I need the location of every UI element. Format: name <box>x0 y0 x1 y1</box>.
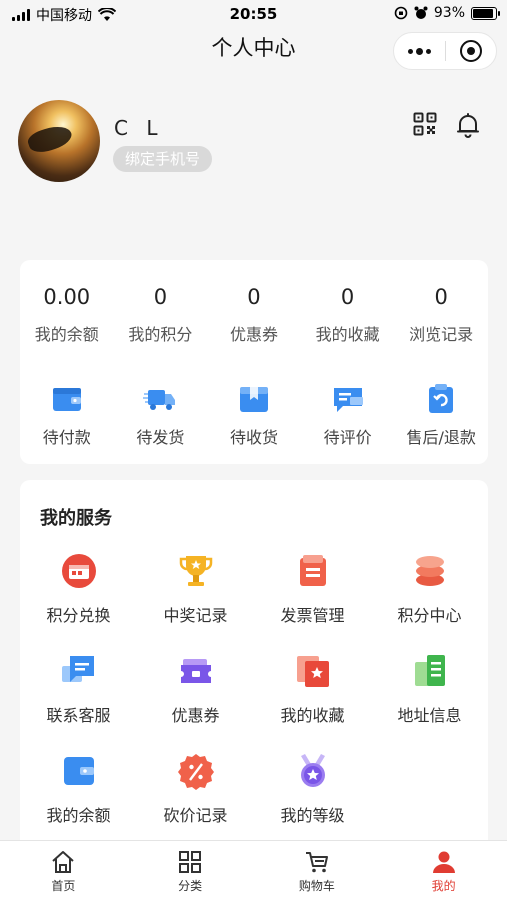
order-pending-payment[interactable]: 待付款 <box>20 382 114 448</box>
tab-category[interactable]: 分类 <box>127 841 254 900</box>
stat-balance[interactable]: 0.00 我的余额 <box>20 285 114 345</box>
service-bargain-records[interactable]: 砍价记录 <box>137 752 254 834</box>
service-label: 优惠券 <box>171 706 220 725</box>
order-label: 待收货 <box>229 428 278 447</box>
more-button[interactable] <box>394 33 445 69</box>
username: C L <box>114 116 164 140</box>
cart-icon <box>305 852 328 873</box>
profile-header: C L 绑定手机号 <box>18 100 489 184</box>
avatar[interactable] <box>18 100 100 182</box>
stat-favorites[interactable]: 0 我的收藏 <box>301 285 395 345</box>
stat-value: 0.00 <box>43 285 91 309</box>
target-icon <box>459 40 482 62</box>
stats-row: 0.00 我的余额 0 我的积分 0 优惠券 0 我的收藏 0 浏览记录 <box>20 285 488 345</box>
stat-history[interactable]: 0 浏览记录 <box>394 285 488 345</box>
stat-label: 浏览记录 <box>409 325 474 344</box>
stat-label: 我的收藏 <box>315 325 380 344</box>
service-prize-records[interactable]: 中奖记录 <box>137 552 254 634</box>
points-exchange-icon <box>61 554 96 588</box>
stat-value: 0 <box>153 285 168 309</box>
wallet-icon <box>52 388 81 411</box>
battery-icon <box>471 6 500 20</box>
truck-icon <box>143 390 176 410</box>
bottom-tab-bar: 首页 分类 购物车 我的 <box>0 840 507 900</box>
service-my-balance[interactable]: 我的余额 <box>20 752 137 834</box>
order-pending-review[interactable]: 待评价 <box>301 382 395 448</box>
stat-label: 我的积分 <box>128 325 193 344</box>
more-dots-icon <box>407 47 431 55</box>
order-label: 待评价 <box>323 428 372 447</box>
service-label: 积分兑换 <box>46 606 111 625</box>
stat-label: 优惠券 <box>229 325 278 344</box>
bargain-icon <box>177 754 214 790</box>
order-label: 待发货 <box>136 428 185 447</box>
order-label: 待付款 <box>42 428 91 447</box>
stat-coupons[interactable]: 0 优惠券 <box>207 285 301 345</box>
favorite-icon <box>296 656 329 687</box>
coin-stack-icon <box>415 556 444 586</box>
review-icon <box>333 388 363 412</box>
service-my-level[interactable]: 我的等级 <box>254 752 371 834</box>
tab-home[interactable]: 首页 <box>0 841 127 900</box>
service-coupons[interactable]: 优惠券 <box>137 652 254 734</box>
tab-label: 首页 <box>51 879 76 893</box>
balance-card-icon <box>63 757 94 785</box>
order-status-row: 待付款 待发货 待收货 待评价 售后/退款 <box>20 382 488 448</box>
tab-mine[interactable]: 我的 <box>380 841 507 900</box>
address-icon <box>414 655 445 686</box>
section-title: 我的服务 <box>40 508 112 529</box>
service-label: 联系客服 <box>46 706 111 725</box>
alarm-icon <box>414 6 428 19</box>
lock-rotation-icon <box>394 6 408 20</box>
stat-points[interactable]: 0 我的积分 <box>114 285 208 345</box>
service-points-exchange[interactable]: 积分兑换 <box>20 552 137 634</box>
chat-icon <box>61 656 94 682</box>
invoice-icon <box>299 555 326 586</box>
stat-value: 0 <box>434 285 448 309</box>
service-label: 中奖记录 <box>163 606 228 625</box>
bell-icon[interactable] <box>455 112 481 138</box>
refund-icon <box>429 384 454 413</box>
order-pending-receipt[interactable]: 待收货 <box>207 382 301 448</box>
service-label: 地址信息 <box>397 706 462 725</box>
battery-percent: 93% <box>433 5 465 21</box>
stat-value: 0 <box>247 285 261 309</box>
package-icon <box>239 387 268 412</box>
service-label: 我的余额 <box>46 806 111 825</box>
stat-value: 0 <box>340 285 355 309</box>
service-favorites[interactable]: 我的收藏 <box>254 652 371 734</box>
service-address-info[interactable]: 地址信息 <box>371 652 488 734</box>
tab-label: 分类 <box>178 879 203 893</box>
service-points-center[interactable]: 积分中心 <box>371 552 488 634</box>
miniprogram-capsule <box>393 32 497 70</box>
status-bar: 中国移动 20:55 93% <box>0 0 507 28</box>
service-label: 积分中心 <box>397 606 462 625</box>
service-label: 砍价记录 <box>163 806 228 825</box>
tab-cart[interactable]: 购物车 <box>254 841 381 900</box>
coupon-icon <box>180 659 211 683</box>
service-invoice-management[interactable]: 发票管理 <box>254 552 371 634</box>
account-summary-card: 0.00 我的余额 0 我的积分 0 优惠券 0 我的收藏 0 浏览记录 待付款 待发货 … <box>20 260 488 464</box>
category-icon <box>179 851 202 873</box>
qr-code-icon[interactable] <box>413 112 437 136</box>
trophy-icon <box>179 556 212 586</box>
order-pending-shipment[interactable]: 待发货 <box>114 382 208 448</box>
services-grid: 积分兑换 中奖记录 发票管理 积分中心 联系客服 优惠券 我的收藏 地址信息 我… <box>20 552 488 834</box>
bind-phone-button[interactable]: 绑定手机号 <box>113 146 213 172</box>
order-label: 售后/退款 <box>406 428 476 447</box>
my-services-card: 我的服务 积分兑换 中奖记录 发票管理 积分中心 联系客服 优惠券 我的收藏 地… <box>20 480 488 860</box>
tab-label: 购物车 <box>298 879 335 893</box>
service-label: 我的等级 <box>280 806 345 825</box>
home-icon <box>52 851 75 873</box>
close-miniprogram-button[interactable] <box>446 33 497 69</box>
service-label: 我的收藏 <box>280 706 345 725</box>
stat-label: 我的余额 <box>34 325 99 344</box>
level-medal-icon <box>300 754 325 787</box>
service-label: 发票管理 <box>280 606 345 625</box>
order-after-sales[interactable]: 售后/退款 <box>394 382 488 448</box>
tab-label: 我的 <box>431 879 456 893</box>
service-contact-support[interactable]: 联系客服 <box>20 652 137 734</box>
user-icon <box>432 851 455 873</box>
